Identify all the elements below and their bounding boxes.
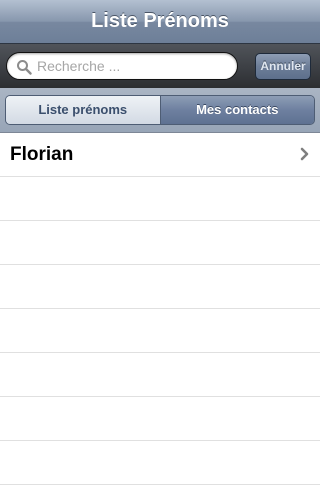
scope-bar: Liste prénoms Mes contacts <box>0 88 320 133</box>
tab-liste-prenoms[interactable]: Liste prénoms <box>6 96 161 124</box>
list-item-label: Florian <box>10 144 74 165</box>
list-item <box>0 309 320 353</box>
navigation-bar: Liste Prénoms <box>0 0 320 44</box>
list-item <box>0 265 320 309</box>
name-list: Florian <box>0 133 320 485</box>
segmented-control: Liste prénoms Mes contacts <box>5 95 315 125</box>
tab-mes-contacts[interactable]: Mes contacts <box>160 96 314 124</box>
list-item <box>0 441 320 485</box>
chevron-right-icon <box>300 147 309 161</box>
list-item <box>0 221 320 265</box>
list-item[interactable]: Florian <box>0 133 320 177</box>
search-input[interactable] <box>37 56 227 76</box>
search-field[interactable] <box>6 52 238 80</box>
search-icon <box>17 60 32 75</box>
list-item <box>0 397 320 441</box>
list-item <box>0 353 320 397</box>
cancel-button[interactable]: Annuler <box>255 53 311 80</box>
page-title: Liste Prénoms <box>91 10 229 32</box>
list-item <box>0 177 320 221</box>
